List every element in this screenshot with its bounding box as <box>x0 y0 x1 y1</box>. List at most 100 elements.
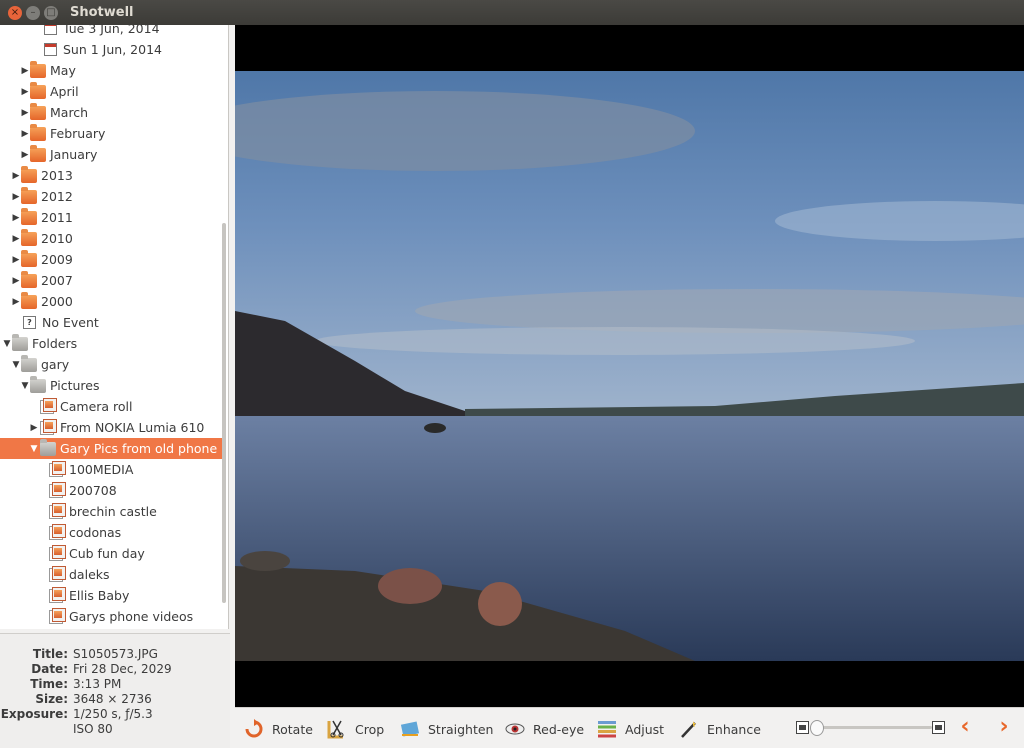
maximize-window-button[interactable]: □ <box>44 5 58 20</box>
sidebar-item-folder[interactable]: 100MEDIA <box>0 459 226 480</box>
collapse-arrow-icon[interactable]: ▼ <box>29 444 39 454</box>
rotate-label: Rotate <box>272 721 313 737</box>
adjust-label: Adjust <box>625 721 665 737</box>
sidebar-item-folder[interactable]: 200708 <box>0 480 226 501</box>
expand-arrow-icon[interactable]: ▶ <box>29 423 39 433</box>
expand-arrow-icon[interactable]: ▶ <box>11 213 21 223</box>
sidebar-item-year[interactable]: ▶ 2010 <box>0 228 226 249</box>
photo-viewer[interactable] <box>235 25 1024 707</box>
zoom-out-icon[interactable] <box>796 721 809 734</box>
sidebar-item-label: codonas <box>69 525 122 540</box>
calendar-icon <box>44 25 57 35</box>
no-event-icon: ? <box>23 316 36 329</box>
expand-arrow-icon[interactable]: ▶ <box>11 171 21 181</box>
folder-icon <box>21 228 37 246</box>
sidebar-item-folder[interactable]: daleks <box>0 564 226 585</box>
sidebar-item-year[interactable]: ▶ 2011 <box>0 207 226 228</box>
expand-arrow-icon[interactable]: ▶ <box>20 129 30 139</box>
sidebar-item-event-day[interactable]: Tue 3 Jun, 2014 <box>0 25 226 39</box>
close-window-button[interactable]: × <box>8 5 22 20</box>
folder-icon <box>30 102 46 120</box>
sidebar-item-folders[interactable]: ▼ Folders <box>0 333 226 354</box>
photo-folder-icon <box>49 523 66 540</box>
info-date-label: Date: <box>31 662 68 676</box>
folder-icon <box>21 291 37 309</box>
photo-folder-icon <box>49 565 66 582</box>
sidebar-item-month[interactable]: ▶ May <box>0 60 226 81</box>
enhance-label: Enhance <box>707 721 761 737</box>
chevron-left-icon[interactable]: ‹ <box>955 716 975 738</box>
magic-wand-icon <box>679 719 699 739</box>
folder-icon <box>21 354 37 372</box>
zoom-slider-handle[interactable] <box>810 720 824 736</box>
straighten-button[interactable]: Straighten <box>400 718 493 740</box>
adjust-icon <box>597 719 617 739</box>
sidebar-item-month[interactable]: ▶ April <box>0 81 226 102</box>
collapse-arrow-icon[interactable]: ▼ <box>2 339 12 349</box>
info-exposure-value: 1/250 s, ƒ/5.3 <box>73 707 153 721</box>
photo-folder-icon <box>49 544 66 561</box>
info-iso-value: ISO 80 <box>73 722 113 736</box>
sidebar-item-folder[interactable]: brechin castle <box>0 501 226 522</box>
zoom-in-icon[interactable] <box>932 721 945 734</box>
folder-icon <box>40 438 56 456</box>
sidebar-item-folder[interactable]: Ellis Baby <box>0 585 226 606</box>
sidebar-item-folder[interactable]: Garys phone videos <box>0 606 226 627</box>
crop-icon <box>327 719 347 739</box>
sidebar-item-month[interactable]: ▶ January <box>0 144 226 165</box>
info-time-value: 3:13 PM <box>73 677 122 691</box>
expand-arrow-icon[interactable]: ▶ <box>20 66 30 76</box>
expand-arrow-icon[interactable]: ▶ <box>11 255 21 265</box>
info-date-value: Fri 28 Dec, 2029 <box>73 662 172 676</box>
sidebar-item-folder[interactable]: Cub fun day <box>0 543 226 564</box>
sidebar-item-year[interactable]: ▶ 2013 <box>0 165 226 186</box>
folder-icon <box>21 270 37 288</box>
photo-image <box>235 71 1024 661</box>
sidebar-item-no-event[interactable]: ? No Event <box>0 312 226 333</box>
sidebar[interactable]: Tue 3 Jun, 2014 Sun 1 Jun, 2014 ▶ May ▶ Ap… <box>0 25 229 629</box>
sidebar-item-label: Gary Pics from old phone <box>60 441 218 456</box>
sidebar-scrollbar[interactable] <box>222 223 226 603</box>
expand-arrow-icon[interactable]: ▶ <box>11 276 21 286</box>
minimize-window-button[interactable]: – <box>26 5 40 20</box>
sidebar-item-folder[interactable]: ▼ gary <box>0 354 226 375</box>
sidebar-item-folder[interactable]: ▼ Pictures <box>0 375 226 396</box>
sidebar-item-folder[interactable]: Camera roll <box>0 396 226 417</box>
sidebar-item-folder-selected[interactable]: ▼ Gary Pics from old phone <box>0 438 226 459</box>
collapse-arrow-icon[interactable]: ▼ <box>20 381 30 391</box>
sidebar-item-folder[interactable]: codonas <box>0 522 226 543</box>
sidebar-item-year[interactable]: ▶ 2012 <box>0 186 226 207</box>
expand-arrow-icon[interactable]: ▶ <box>20 108 30 118</box>
sidebar-item-label: 100MEDIA <box>69 462 134 477</box>
sidebar-item-label: January <box>50 147 98 162</box>
zoom-slider-track[interactable] <box>818 726 932 729</box>
red-eye-button[interactable]: Red-eye <box>505 718 584 740</box>
sidebar-item-year[interactable]: ▶ 2009 <box>0 249 226 270</box>
info-time-label: Time: <box>30 677 68 691</box>
folder-icon <box>30 60 46 78</box>
rotate-button[interactable]: Rotate <box>244 718 313 740</box>
expand-arrow-icon[interactable]: ▶ <box>11 297 21 307</box>
sidebar-item-event-day[interactable]: Sun 1 Jun, 2014 <box>0 39 226 60</box>
expand-arrow-icon[interactable]: ▶ <box>20 150 30 160</box>
folder-icon <box>21 249 37 267</box>
sidebar-item-year[interactable]: ▶ 2007 <box>0 270 226 291</box>
sidebar-item-month[interactable]: ▶ March <box>0 102 226 123</box>
expand-arrow-icon[interactable]: ▶ <box>20 87 30 97</box>
expand-arrow-icon[interactable]: ▶ <box>11 192 21 202</box>
collapse-arrow-icon[interactable]: ▼ <box>11 360 21 370</box>
sidebar-item-label: 2007 <box>41 273 73 288</box>
crop-label: Crop <box>355 721 385 737</box>
chevron-right-icon[interactable]: › <box>994 716 1014 738</box>
sidebar-item-folder[interactable]: ▶ From NOKIA Lumia 610 <box>0 417 226 438</box>
adjust-button[interactable]: Adjust <box>597 718 664 740</box>
crop-button[interactable]: Crop <box>327 718 384 740</box>
sidebar-item-label: Ellis Baby <box>69 588 130 603</box>
expand-arrow-icon[interactable]: ▶ <box>11 234 21 244</box>
sidebar-item-label: Cub fun day <box>69 546 145 561</box>
enhance-button[interactable]: Enhance <box>679 718 761 740</box>
sidebar-item-label: Camera roll <box>60 399 133 414</box>
sidebar-item-year[interactable]: ▶ 2000 <box>0 291 226 312</box>
sidebar-item-month[interactable]: ▶ February <box>0 123 226 144</box>
calendar-icon <box>44 43 57 56</box>
